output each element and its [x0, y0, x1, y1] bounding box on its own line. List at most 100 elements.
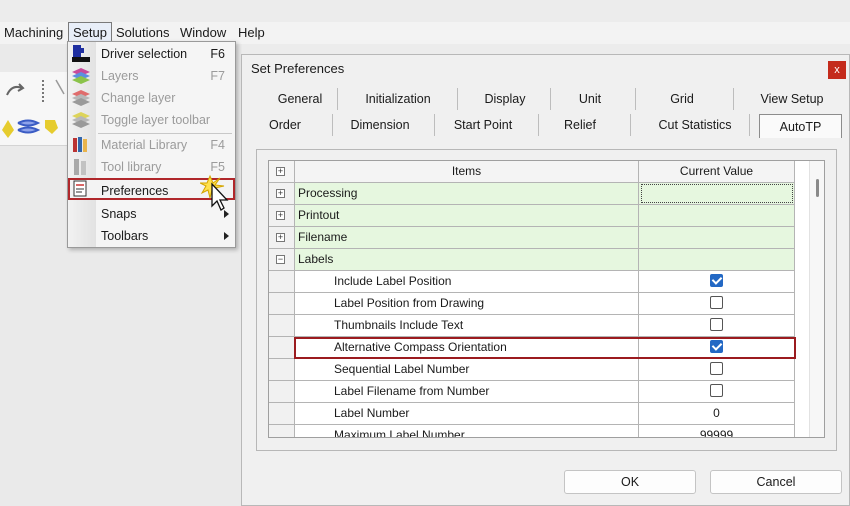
- collapse-icon: −: [276, 254, 285, 264]
- checkbox-thumbnails-include-text[interactable]: [710, 318, 723, 332]
- row-gutter: [269, 425, 295, 437]
- row-label: Filename: [295, 227, 639, 249]
- collapse-cell[interactable]: −: [269, 249, 295, 271]
- grid-row[interactable]: Label Number 0: [269, 403, 809, 425]
- tab-start-point[interactable]: Start Point: [447, 115, 519, 135]
- menu-item-toggle-layer-toolbar[interactable]: Toggle layer toolbar: [68, 109, 235, 131]
- tab-separator: [457, 88, 458, 110]
- row-value[interactable]: [639, 205, 795, 227]
- grid-row[interactable]: Label Filename from Number: [269, 381, 809, 403]
- row-gutter: [269, 359, 295, 381]
- tab-autotp[interactable]: AutoTP: [759, 114, 842, 138]
- expand-cell[interactable]: +: [269, 183, 295, 205]
- menu-item-shortcut: F6: [210, 47, 225, 61]
- shape-tools-icon[interactable]: [0, 110, 70, 146]
- row-value[interactable]: [639, 337, 795, 359]
- row-label: Label Number: [295, 403, 639, 425]
- row-value[interactable]: [639, 271, 795, 293]
- checkbox-label-position-from-drawing[interactable]: [710, 296, 723, 310]
- grid-row[interactable]: Thumbnails Include Text: [269, 315, 809, 337]
- tab-separator: [337, 88, 338, 110]
- row-value[interactable]: 0: [639, 403, 795, 425]
- row-value[interactable]: [639, 359, 795, 381]
- menu-item-label: Snaps: [101, 207, 137, 221]
- change-layer-icon: [72, 90, 90, 106]
- tab-separator: [635, 88, 636, 110]
- close-icon[interactable]: x: [828, 61, 846, 79]
- grid-row[interactable]: Include Label Position: [269, 271, 809, 293]
- checkbox-include-label-position[interactable]: [710, 274, 723, 288]
- focus-rectangle: [641, 184, 793, 203]
- dialog-title: Set Preferences: [251, 61, 345, 76]
- tab-separator: [550, 88, 551, 110]
- ok-button[interactable]: OK: [564, 470, 696, 494]
- toolbar-top: [0, 72, 70, 110]
- expand-cell[interactable]: +: [269, 205, 295, 227]
- tab-cut-statistics[interactable]: Cut Statistics: [650, 115, 740, 135]
- tab-separator: [434, 114, 435, 136]
- menu-item-material-library[interactable]: Material Library F4: [68, 134, 235, 156]
- row-value[interactable]: [639, 315, 795, 337]
- preferences-icon: [73, 180, 87, 197]
- driver-icon: [72, 45, 90, 62]
- checkbox-label-filename-from-number[interactable]: [710, 384, 723, 398]
- set-preferences-dialog: Set Preferences x General Initialization…: [241, 54, 850, 506]
- vertical-scrollbar[interactable]: [809, 161, 824, 437]
- tool-library-icon: [74, 159, 86, 175]
- checkbox-alternative-compass-orientation[interactable]: [710, 340, 723, 354]
- menu-item-label: Toolbars: [101, 229, 149, 243]
- setup-dropdown-menu: Driver selection F6 Layers F7 Change lay…: [67, 41, 236, 248]
- header-current-value[interactable]: Current Value: [639, 161, 795, 183]
- row-value[interactable]: [639, 293, 795, 315]
- expand-cell[interactable]: +: [269, 227, 295, 249]
- grid-group-row[interactable]: + Processing: [269, 183, 809, 205]
- redo-icon[interactable]: [0, 72, 70, 110]
- tab-separator: [733, 88, 734, 110]
- menu-help[interactable]: Help: [234, 22, 269, 44]
- toolbar-bottom: [0, 110, 70, 146]
- grid-group-row[interactable]: + Printout: [269, 205, 809, 227]
- tab-unit[interactable]: Unit: [562, 89, 618, 109]
- click-cursor-icon: [200, 174, 229, 211]
- tab-order[interactable]: Order: [260, 115, 310, 135]
- property-grid: + Items Current Value + Processing + Pri…: [268, 160, 825, 438]
- cancel-button[interactable]: Cancel: [710, 470, 842, 494]
- tab-initialization[interactable]: Initialization: [352, 89, 444, 109]
- tab-grid[interactable]: Grid: [647, 89, 717, 109]
- menu-item-label: Layers: [101, 69, 139, 83]
- scrollbar-thumb[interactable]: [816, 179, 819, 197]
- tab-dimension[interactable]: Dimension: [342, 115, 418, 135]
- grid-group-row[interactable]: + Filename: [269, 227, 809, 249]
- tab-view-setup[interactable]: View Setup: [752, 89, 832, 109]
- menu-machining[interactable]: Machining: [0, 22, 67, 44]
- grid-group-row[interactable]: − Labels: [269, 249, 809, 271]
- menu-item-driver-selection[interactable]: Driver selection F6: [68, 43, 235, 65]
- row-value[interactable]: [639, 381, 795, 403]
- autotp-tab-panel: + Items Current Value + Processing + Pri…: [256, 149, 837, 451]
- row-gutter: [269, 315, 295, 337]
- window-top-strip: [0, 0, 850, 22]
- menu-item-toolbars[interactable]: Toolbars: [68, 225, 235, 247]
- row-value[interactable]: [639, 227, 795, 249]
- grid-row[interactable]: Sequential Label Number: [269, 359, 809, 381]
- row-label: Thumbnails Include Text: [295, 315, 639, 337]
- row-value[interactable]: [639, 183, 795, 205]
- checkbox-sequential-label-number[interactable]: [710, 362, 723, 376]
- row-label: Include Label Position: [295, 271, 639, 293]
- menu-item-layers[interactable]: Layers F7: [68, 65, 235, 87]
- menu-item-change-layer[interactable]: Change layer: [68, 87, 235, 109]
- header-items[interactable]: Items: [295, 161, 639, 183]
- tab-general[interactable]: General: [264, 89, 336, 109]
- grid-row[interactable]: Maximum Label Number 99999: [269, 425, 809, 437]
- header-expand-cell[interactable]: +: [269, 161, 295, 183]
- tab-separator: [538, 114, 539, 136]
- row-value[interactable]: [639, 249, 795, 271]
- row-gutter: [269, 337, 295, 359]
- grid-row[interactable]: Label Position from Drawing: [269, 293, 809, 315]
- grid-row[interactable]: Alternative Compass Orientation: [269, 337, 809, 359]
- tab-separator: [332, 114, 333, 136]
- toggle-layer-icon: [72, 112, 90, 128]
- row-value[interactable]: 99999: [639, 425, 795, 437]
- tab-display[interactable]: Display: [472, 89, 538, 109]
- tab-relief[interactable]: Relief: [554, 115, 606, 135]
